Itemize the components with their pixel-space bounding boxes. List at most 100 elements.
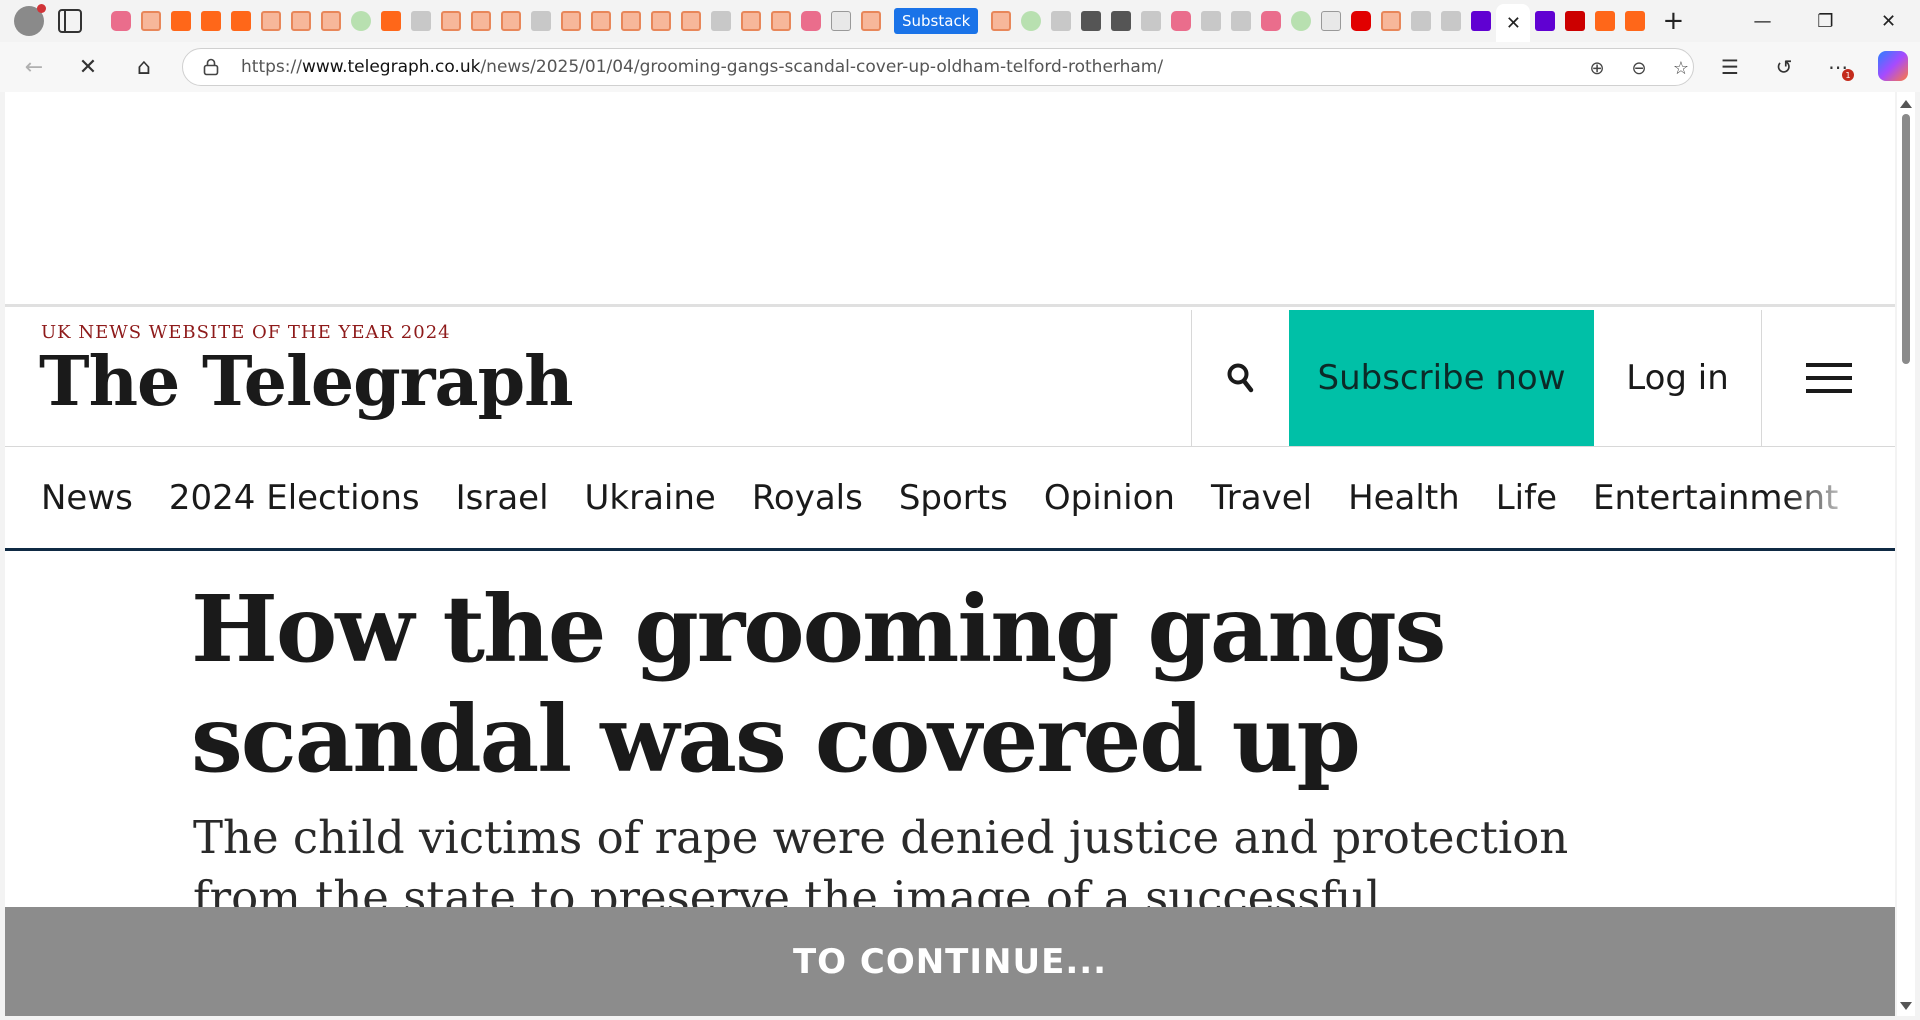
tab-favicon-icon [861, 11, 881, 31]
tab-item[interactable] [646, 6, 676, 36]
stop-button[interactable]: ✕ [72, 51, 104, 83]
tab-item[interactable] [556, 6, 586, 36]
new-tab-button[interactable]: + [1656, 4, 1690, 38]
tab-item[interactable] [376, 6, 406, 36]
tab-item[interactable] [226, 6, 256, 36]
tab-item[interactable] [196, 6, 226, 36]
scroll-up-icon[interactable] [1900, 100, 1912, 108]
tab-item[interactable] [1136, 6, 1166, 36]
search-button[interactable] [1191, 310, 1289, 446]
profile-avatar[interactable] [14, 4, 46, 36]
tab-substack[interactable]: Substack [894, 8, 979, 34]
url-text[interactable]: https://www.telegraph.co.uk/news/2025/01… [241, 57, 1163, 77]
nav-item-travel[interactable]: Travel [1211, 478, 1312, 518]
tab-item[interactable] [1346, 6, 1376, 36]
favorite-star-icon[interactable]: ☆ [1667, 55, 1695, 81]
tab-item[interactable] [1436, 6, 1466, 36]
nav-item-royals[interactable]: Royals [752, 478, 863, 518]
tab-item[interactable] [136, 6, 166, 36]
tab-item[interactable] [346, 6, 376, 36]
tab-item[interactable] [496, 6, 526, 36]
tab-favicon-icon [1081, 11, 1102, 31]
tab-active-close[interactable]: ✕ [1496, 4, 1531, 42]
tab-item[interactable] [316, 6, 346, 36]
reader-icon[interactable]: ⊖ [1625, 55, 1653, 81]
tab-item[interactable] [286, 6, 316, 36]
copilot-icon[interactable] [1878, 51, 1908, 81]
tab-item[interactable] [1106, 6, 1136, 36]
restore-button[interactable]: ❐ [1794, 0, 1857, 42]
tab-item[interactable] [1226, 6, 1256, 36]
tab-item[interactable] [1166, 6, 1196, 36]
back-button[interactable]: ← [18, 51, 50, 83]
tab-item[interactable] [1256, 6, 1286, 36]
tab-item[interactable] [1406, 6, 1436, 36]
zoom-icon[interactable]: ⊕ [1583, 55, 1611, 81]
tab-item[interactable] [1016, 6, 1046, 36]
tab-actions-icon[interactable] [58, 9, 82, 33]
scroll-down-icon[interactable] [1900, 1002, 1912, 1010]
tab-favicon-icon [591, 11, 611, 31]
tab-favicon-icon [1021, 11, 1042, 31]
nav-item-sports[interactable]: Sports [899, 478, 1008, 518]
ad-space [5, 92, 1895, 307]
tab-favicon-icon [1381, 11, 1402, 31]
close-window-button[interactable]: ✕ [1857, 0, 1920, 42]
scroll-thumb[interactable] [1902, 114, 1910, 364]
tab-item[interactable] [436, 6, 466, 36]
tab-item[interactable] [106, 6, 136, 36]
tab-item[interactable] [1316, 6, 1346, 36]
tab-item[interactable] [1196, 6, 1226, 36]
continue-overlay[interactable]: TO CONTINUE... [5, 907, 1895, 1016]
masthead: UK NEWS WEBSITE OF THE YEAR 2024 The Tel… [5, 310, 1895, 447]
tab-item[interactable] [676, 6, 706, 36]
tab-item[interactable] [526, 6, 556, 36]
nav-item-life[interactable]: Life [1496, 478, 1557, 518]
nav-item-health[interactable]: Health [1348, 478, 1460, 518]
address-bar[interactable]: https://www.telegraph.co.uk/news/2025/01… [182, 48, 1694, 86]
favorites-icon[interactable]: ☰ [1714, 51, 1746, 83]
page-scrollbar[interactable] [1897, 92, 1915, 1016]
nav-item-2024-elections[interactable]: 2024 Elections [169, 478, 420, 518]
tab-favicon-icon [381, 11, 401, 31]
tab-item[interactable] [406, 6, 436, 36]
tab-item[interactable] [1560, 6, 1590, 36]
tab-item[interactable] [586, 6, 616, 36]
more-icon[interactable]: ⋯ 1 [1822, 51, 1854, 83]
tab-item[interactable] [736, 6, 766, 36]
lock-icon[interactable] [203, 58, 221, 76]
tab-item[interactable] [1590, 6, 1620, 36]
tab-item[interactable] [796, 6, 826, 36]
tab-item[interactable] [466, 6, 496, 36]
nav-item-opinion[interactable]: Opinion [1044, 478, 1175, 518]
menu-button[interactable] [1761, 310, 1895, 446]
login-button[interactable]: Log in [1594, 310, 1761, 446]
history-icon[interactable]: ↺ [1768, 51, 1800, 83]
tab-item[interactable] [826, 6, 856, 36]
tab-item[interactable] [1286, 6, 1316, 36]
tab-item[interactable] [1076, 6, 1106, 36]
tab-item[interactable] [766, 6, 796, 36]
tab-item[interactable] [1046, 6, 1076, 36]
tab-item[interactable] [1620, 6, 1650, 36]
telegraph-logo[interactable]: The Telegraph [39, 348, 574, 416]
tab-favicon-icon [1291, 11, 1312, 31]
tab-item[interactable] [706, 6, 736, 36]
tab-favicon-icon [1471, 11, 1492, 31]
nav-item-israel[interactable]: Israel [456, 478, 549, 518]
subscribe-button[interactable]: Subscribe now [1289, 310, 1594, 446]
tab-favicon-icon [771, 11, 791, 31]
home-button[interactable]: ⌂ [128, 51, 160, 83]
tab-favicon-icon [1201, 11, 1222, 31]
tab-item[interactable] [616, 6, 646, 36]
tab-item[interactable] [856, 6, 886, 36]
nav-item-news[interactable]: News [41, 478, 133, 518]
tab-item[interactable] [986, 6, 1016, 36]
tab-item[interactable] [166, 6, 196, 36]
tab-item[interactable] [256, 6, 286, 36]
nav-item-ukraine[interactable]: Ukraine [585, 478, 716, 518]
tab-item[interactable] [1466, 6, 1496, 36]
tab-item[interactable] [1376, 6, 1406, 36]
tab-item[interactable] [1530, 6, 1560, 36]
minimize-button[interactable]: — [1731, 0, 1794, 42]
